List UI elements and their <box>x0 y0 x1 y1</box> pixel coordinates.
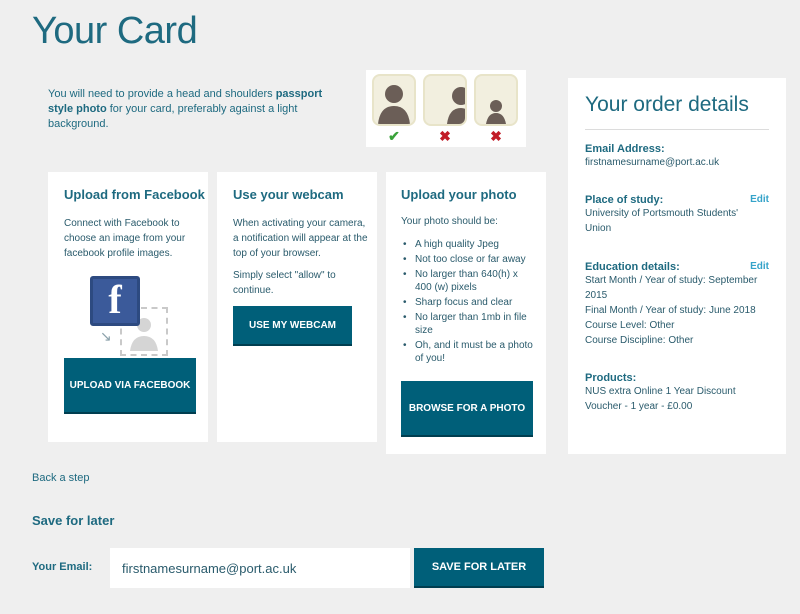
facebook-card-title: Upload from Facebook <box>64 187 205 202</box>
products-label: Products: <box>585 372 637 384</box>
upload-card-title: Upload your photo <box>401 187 517 202</box>
email-value: firstnamesurname@port.ac.uk <box>585 157 720 168</box>
products-value: NUS extra Online 1 Year Discount Voucher… <box>585 386 736 412</box>
photo-examples: ✔ ✖ ✖ <box>366 70 526 147</box>
arrow-icon: ↘ <box>100 328 112 344</box>
save-for-later-button[interactable]: SAVE FOR LATER <box>414 548 544 588</box>
list-item: No larger than 1mb in file size <box>401 311 536 337</box>
list-item: No larger than 640(h) x 400 (w) pixels <box>401 268 536 294</box>
education-line: Start Month / Year of study: September 2… <box>585 275 758 301</box>
order-details-title: Your order details <box>585 93 749 116</box>
photo-requirements-list: A high quality Jpeg Not too close or far… <box>401 238 536 367</box>
facebook-logo-icon: f <box>90 276 140 326</box>
upload-card-intro: Your photo should be: <box>401 216 498 227</box>
list-item: Not too close or far away <box>401 253 536 266</box>
email-field[interactable] <box>110 548 410 588</box>
order-details-panel: Your order details Email Address: firstn… <box>568 78 786 454</box>
too-far-photo-example-icon <box>474 74 518 126</box>
email-field-label: Your Email: <box>32 561 93 573</box>
webcam-card-title: Use your webcam <box>233 187 344 202</box>
study-label: Place of study: <box>585 194 664 206</box>
webcam-card-hint: Simply select "allow" to continue. <box>233 270 336 296</box>
webcam-card-text: When activating your camera, a notificat… <box>233 218 368 259</box>
use-my-webcam-button[interactable]: USE MY WEBCAM <box>233 306 352 346</box>
products-section: Products: NUS extra Online 1 Year Discou… <box>585 372 769 414</box>
study-value: University of Portsmouth Students' Union <box>585 208 739 234</box>
off-center-photo-example-icon <box>423 74 467 126</box>
facebook-card-text: Connect with Facebook to choose an image… <box>64 218 186 259</box>
list-item: Sharp focus and clear <box>401 296 536 309</box>
cross-icon: ✖ <box>439 128 451 144</box>
save-for-later-title: Save for later <box>32 513 115 528</box>
divider <box>585 129 769 130</box>
email-section: Email Address: firstnamesurname@port.ac.… <box>585 143 769 170</box>
cross-icon: ✖ <box>490 128 502 144</box>
list-item: A high quality Jpeg <box>401 238 536 251</box>
upload-via-facebook-button[interactable]: UPLOAD VIA FACEBOOK <box>64 358 196 414</box>
study-section: Place of study: Edit University of Ports… <box>585 194 769 236</box>
list-item: Oh, and it must be a photo of you! <box>401 339 536 365</box>
education-section: Education details: Edit Start Month / Ye… <box>585 261 769 348</box>
email-label: Email Address: <box>585 143 665 155</box>
back-a-step-link[interactable]: Back a step <box>32 472 89 484</box>
page-title: Your Card <box>32 10 198 52</box>
photo-instructions: You will need to provide a head and shou… <box>48 88 323 130</box>
good-photo-example-icon <box>372 74 416 126</box>
check-icon: ✔ <box>388 128 400 144</box>
edit-education-link[interactable]: Edit <box>750 261 769 272</box>
education-line: Final Month / Year of study: June 2018 <box>585 305 756 316</box>
browse-for-photo-button[interactable]: BROWSE FOR A PHOTO <box>401 381 533 437</box>
edit-study-link[interactable]: Edit <box>750 194 769 205</box>
education-line: Course Discipline: Other <box>585 335 694 346</box>
education-line: Course Level: Other <box>585 320 675 331</box>
education-label: Education details: <box>585 261 680 273</box>
